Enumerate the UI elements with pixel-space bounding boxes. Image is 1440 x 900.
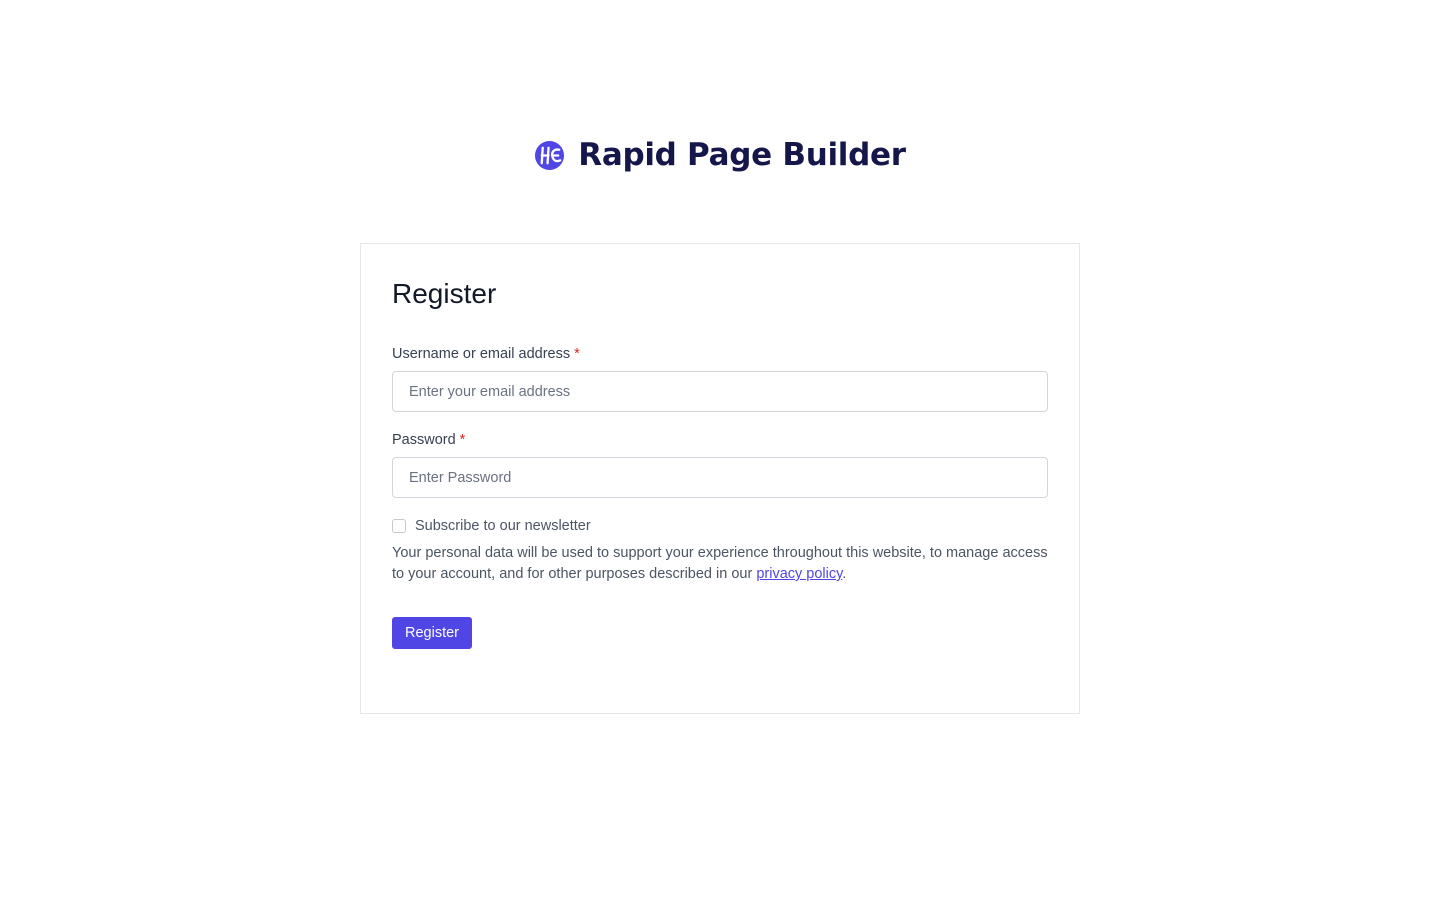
register-card: Register Username or email address* Pass… (360, 243, 1080, 714)
register-button[interactable]: Register (392, 617, 472, 649)
privacy-policy-link[interactable]: privacy policy (756, 566, 842, 582)
brand-header: Rapid Page Builder (0, 135, 1440, 175)
password-label: Password * (392, 430, 465, 450)
privacy-notice-text: Your personal data will be used to suppo… (392, 545, 1048, 582)
username-input[interactable] (392, 371, 1048, 412)
required-marker: * (574, 346, 580, 362)
newsletter-label[interactable]: Subscribe to our newsletter (415, 516, 591, 536)
username-label: Username or email address * (392, 344, 580, 364)
newsletter-checkbox[interactable] (392, 519, 406, 533)
password-label-text: Password (392, 432, 456, 448)
privacy-notice: Your personal data will be used to suppo… (392, 543, 1052, 585)
required-marker: * (459, 432, 466, 448)
username-label-text: Username or email address (392, 346, 571, 362)
newsletter-option[interactable]: Subscribe to our newsletter (392, 516, 591, 536)
password-input[interactable] (392, 457, 1048, 498)
page-title: Register (392, 278, 497, 309)
brand-logo-icon (534, 140, 565, 171)
privacy-notice-end: . (842, 566, 847, 582)
brand-name: Rapid Page Builder (578, 137, 906, 173)
